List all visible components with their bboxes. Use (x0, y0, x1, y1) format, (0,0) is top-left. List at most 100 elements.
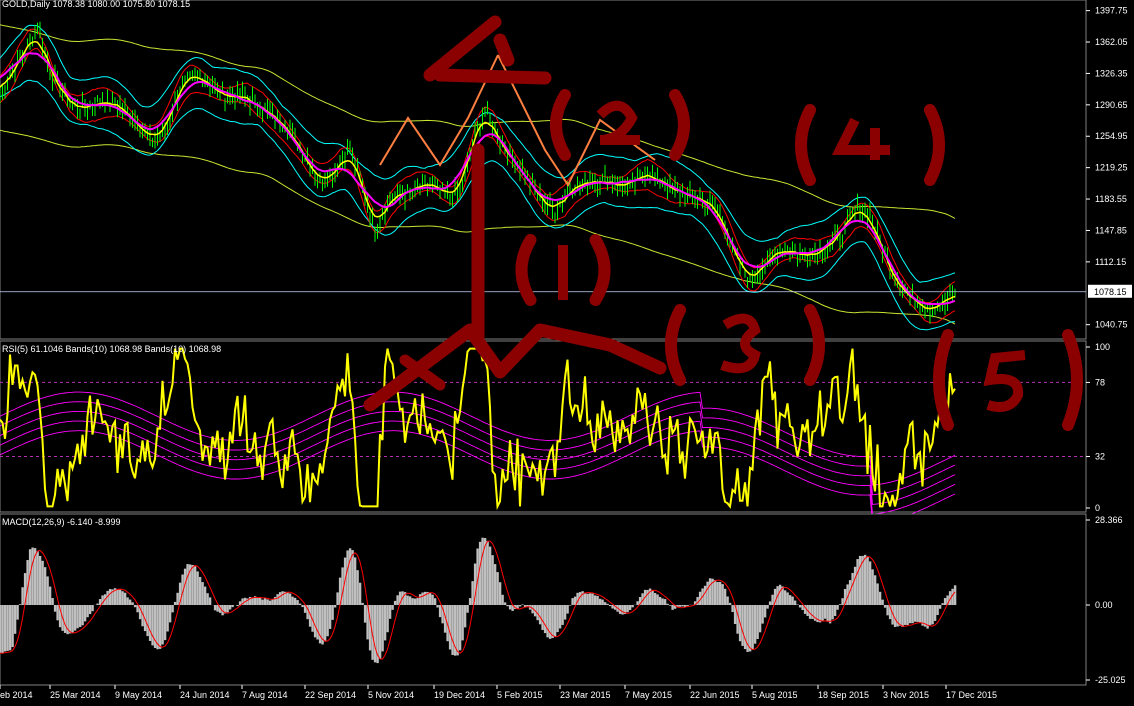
rsi-pane[interactable]: RSI(5) 61.1046 Bands(10) 1068.98 Bands(1… (0, 340, 1087, 525)
macd-bar (716, 581, 719, 606)
date-tick-label: 5 Aug 2015 (752, 690, 798, 700)
macd-bar (596, 595, 599, 606)
macd-bar (758, 605, 762, 633)
main-title: GOLD,Daily 1078.38 1080.00 1075.80 1078.… (2, 0, 190, 9)
macd-bar (821, 605, 824, 621)
macd-bar (3, 605, 7, 652)
macd-pane[interactable]: MACD(12,26,9) -6.140 -8.999 (0, 513, 1087, 686)
macd-bar (671, 605, 674, 610)
macd-bar (468, 598, 472, 606)
date-tick-label: 22 Sep 2014 (305, 690, 356, 700)
date-tick-label: 3 Nov 2015 (883, 690, 929, 700)
macd-bar (521, 604, 524, 606)
date-tick-label: 7 Aug 2014 (242, 690, 288, 700)
price-tick-label: 1290.65 (1095, 100, 1128, 110)
macd-bar (163, 605, 167, 641)
macd-bar (663, 599, 667, 606)
macd-bar (348, 548, 352, 606)
main-pane[interactable]: GOLD,Daily 1078.38 1080.00 1075.80 1078.… (0, 0, 1087, 340)
rsi-title: RSI(5) 61.1046 Bands(10) 1068.98 Bands(1… (2, 344, 221, 354)
macd-bar (703, 585, 707, 606)
macd-bar (328, 605, 332, 629)
date-tick-label: 24 Jun 2014 (180, 690, 230, 700)
macd-bar (71, 605, 74, 634)
macd-bar (158, 605, 162, 649)
macd-bar (386, 605, 389, 633)
macd-bar (481, 537, 484, 606)
macd-bar (438, 605, 442, 618)
macd-bar (743, 605, 747, 650)
macd-bar (488, 546, 492, 606)
macd-bar (146, 605, 149, 637)
macd-bar (466, 605, 469, 613)
macd-bar (263, 597, 267, 606)
macd-bar (543, 605, 547, 634)
macd-bar (518, 605, 522, 607)
macd-bar (636, 601, 639, 606)
macd-bar (151, 605, 154, 646)
macd-bar (56, 605, 59, 621)
macd-bar (53, 605, 57, 612)
macd-bar (251, 597, 254, 606)
macd-bar (831, 605, 834, 620)
macd-bar (646, 589, 649, 606)
macd-bar (193, 566, 197, 606)
macd-bar (753, 605, 757, 644)
macd-bar (96, 603, 99, 606)
macd-bar (116, 589, 119, 606)
macd-bar (461, 605, 464, 641)
macd-bar (931, 605, 934, 625)
macd-bar (121, 591, 124, 606)
macd-bar (336, 592, 339, 606)
macd-bar (133, 605, 137, 608)
macd-bar (833, 605, 837, 617)
macd-bar (761, 605, 764, 624)
macd-bar (313, 605, 317, 638)
macd-bar (361, 602, 364, 606)
macd-bar (608, 605, 612, 607)
macd-bar (681, 605, 684, 607)
macd-bar (918, 605, 922, 623)
macd-bar (941, 603, 944, 606)
macd-bar (356, 570, 359, 606)
macd-bar (316, 605, 319, 640)
macd-bar (471, 581, 474, 606)
macd-bar (568, 605, 572, 606)
macd-bar (788, 595, 792, 606)
price-tick-label: 1254.95 (1095, 131, 1128, 141)
macd-bar (593, 595, 597, 606)
price-tick-label: 1326.35 (1095, 68, 1128, 78)
macd-bar (388, 605, 392, 619)
date-tick-label: 7 May 2015 (625, 690, 672, 700)
macd-bar (381, 605, 384, 652)
macd-bar (261, 599, 264, 606)
macd-bar (406, 595, 409, 606)
macd-bar (508, 605, 512, 610)
macd-bar (653, 593, 657, 606)
macd-bar (413, 598, 417, 606)
macd-bar (73, 605, 77, 631)
current-price-label: 1078.15 (1094, 287, 1127, 297)
macd-bar (766, 605, 769, 609)
macd-bar (0, 605, 2, 654)
macd-bar (538, 605, 542, 625)
rsi-tick-label: 100 (1095, 342, 1110, 352)
macd-bar (798, 605, 802, 608)
macd-axis: 28.366 0.00 -25.025 (1086, 515, 1126, 685)
date-tick-label: 19 Dec 2014 (434, 690, 485, 700)
rsi-axis: 100 78 32 0 (1086, 342, 1110, 513)
macd-bar (546, 605, 549, 638)
macd-bar (881, 599, 884, 606)
macd-bar (498, 582, 502, 606)
macd-bar (571, 598, 574, 606)
trading-chart: GOLD,Daily 1078.38 1080.00 1075.80 1078.… (0, 0, 1132, 700)
macd-bar (791, 596, 794, 606)
macd-bar (871, 569, 874, 606)
macd-bar (363, 605, 367, 623)
macd-bar (81, 605, 84, 626)
macd-bar (853, 566, 857, 606)
price-axis: 1397.75 1362.05 1326.35 1290.65 1254.95 1219.… (1086, 6, 1132, 330)
macd-bar (88, 605, 92, 615)
macd-bar (838, 604, 842, 606)
macd-bar (323, 605, 327, 642)
